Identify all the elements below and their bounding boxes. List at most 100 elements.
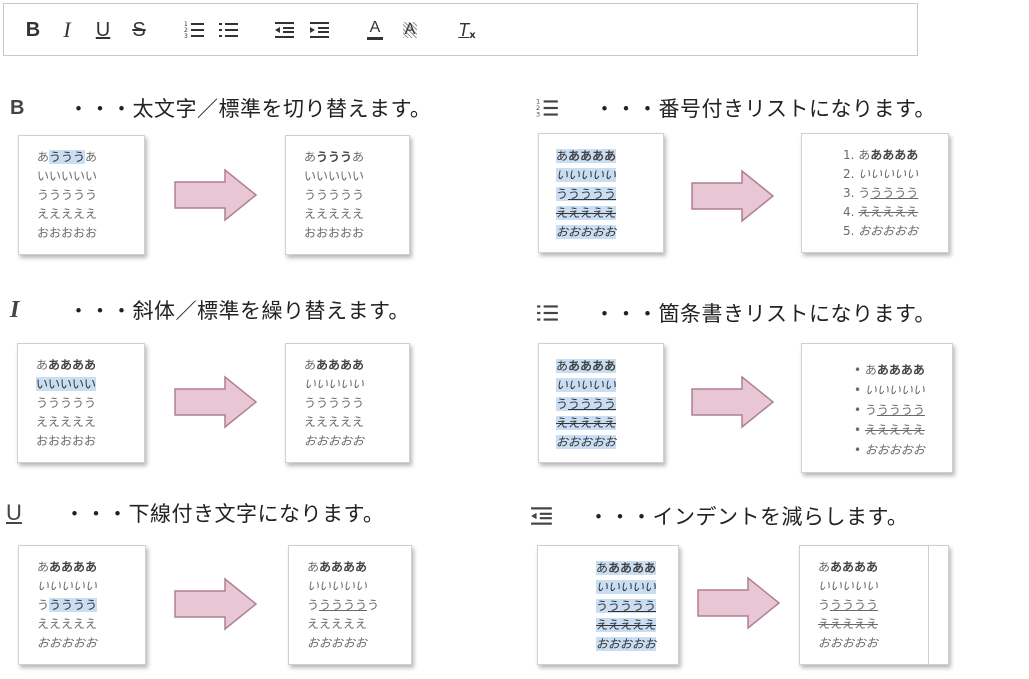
arrow-icon [174, 375, 258, 429]
underline-before-sample: あああああ いいいいい ううううう えええええ おおおおお [18, 545, 146, 665]
sample-line: あああああ [37, 560, 98, 574]
sample-line: ううううう [37, 598, 98, 612]
numbered-list-icon: 1 2 3 [536, 94, 564, 122]
sample-line: おおおおお [556, 435, 617, 449]
sample-line: ううううう [304, 188, 365, 202]
sample-line: いいいいい [304, 377, 365, 391]
bold-text: ううう [316, 150, 353, 164]
list-item: 5. おおおおお [843, 224, 919, 238]
sample-line: あうううあ [304, 150, 365, 164]
underline-icon: U [95, 19, 111, 41]
sample-line: えええええ [304, 207, 365, 221]
sample-line: おおおおお [37, 636, 98, 650]
indent-icon [310, 22, 329, 38]
list-item: 1. あああああ [843, 148, 919, 162]
outdent-button[interactable] [272, 16, 298, 44]
sample-line: ううううう [556, 187, 617, 201]
sample-line: あああああ [596, 561, 657, 575]
section-numbered-list: 1 2 3 ・・・番号付きリストになります。 [536, 92, 936, 124]
numbered-list-button[interactable]: 1 2 3 [182, 16, 208, 44]
sample-line: おおおおお [37, 226, 98, 240]
arrow-icon [174, 168, 258, 222]
sample-line: いいいいい [556, 168, 617, 182]
sample-line: あああああ [304, 358, 365, 372]
text-color-icon: A [369, 19, 381, 36]
bold-icon: B [25, 19, 41, 41]
underline-after-sample: あああああ いいいいい うううううう えええええ おおおおお [288, 545, 412, 665]
highlighted-text: ううう [49, 150, 86, 164]
sample-line: いいいいい [556, 378, 617, 392]
bulleted-list-icon [219, 23, 238, 37]
bold-before-sample: あうううあ いいいいい ううううう えええええ おおおおお [18, 135, 145, 255]
sample-line: おおおおお [307, 636, 368, 650]
background-color-button[interactable]: A [397, 16, 423, 44]
sample-line: いいいいい [36, 375, 144, 394]
sample-line: えええええ [36, 415, 97, 429]
bulleted-list-description: ・・・箇条書きリストになります。 [594, 302, 936, 326]
outdent-icon [530, 502, 558, 530]
italic-description: ・・・斜体／標準を繰り替えます。 [68, 299, 410, 323]
sample-line: おおおおお [304, 434, 365, 448]
sample-line: いいいいい [37, 169, 98, 183]
italic-icon: I [63, 17, 71, 42]
sample-line: あああああ [556, 149, 617, 163]
section-italic: I ・・・斜体／標準を繰り替えます。 [10, 294, 410, 326]
sample-line: えええええ [596, 618, 657, 632]
italic-button[interactable]: I [54, 16, 80, 44]
sample-line: えええええ [556, 206, 617, 220]
svg-text:3: 3 [536, 111, 540, 119]
underline-icon: U [6, 500, 22, 525]
sample-line: いいいいい [307, 579, 368, 593]
sample-line: えええええ [307, 617, 368, 631]
outdent-description: ・・・インデントを減らします。 [588, 505, 909, 529]
list-item: • ううううう [854, 403, 925, 417]
indent-button[interactable] [307, 16, 333, 44]
text-color-button[interactable]: A [362, 16, 388, 44]
remove-format-button[interactable]: T x [454, 16, 480, 44]
section-bold: B ・・・太文字／標準を切り替えます。 [10, 92, 431, 124]
list-item: 4. えええええ [843, 205, 919, 219]
sample-line: ううううう [37, 188, 98, 202]
svg-text:3: 3 [184, 33, 188, 40]
sample-line: いいいいい [596, 580, 657, 594]
sample-line: あああああ [556, 359, 617, 373]
section-bulleted-list: ・・・箇条書きリストになります。 [536, 297, 936, 329]
list-item: • いいいいい [854, 383, 925, 397]
strikethrough-button[interactable]: S [126, 16, 152, 44]
sample-line: えええええ [37, 207, 98, 221]
sample-line: ううううう [36, 396, 97, 410]
highlighted-text: うううう [49, 598, 98, 612]
sample-line: ううううう [596, 599, 657, 613]
numbered-after-sample: 1. あああああ 2. いいいいい 3. ううううう 4. えええええ 5. お… [801, 133, 949, 253]
bold-description: ・・・太文字／標準を切り替えます。 [68, 97, 432, 121]
bulleted-list-button[interactable] [216, 16, 242, 44]
underline-button[interactable]: U [90, 16, 116, 44]
section-underline: U ・・・下線付き文字になります。 [6, 497, 384, 529]
outdent-divider [928, 546, 929, 664]
list-item: 2. いいいいい [843, 167, 919, 181]
bold-icon: B [10, 96, 25, 119]
outdent-before-sample: あああああ いいいいい ううううう えええええ おおおおお [537, 545, 679, 665]
arrow-icon [174, 577, 258, 631]
list-item: • あああああ [854, 363, 925, 377]
sample-line: えええええ [304, 415, 365, 429]
sample-line: うううううう [307, 598, 380, 612]
sample-line: あああああ [36, 358, 97, 372]
strikethrough-icon: S [132, 19, 146, 41]
outdent-after-sample: あああああ いいいいい ううううう えええええ おおおおお [799, 545, 949, 665]
sample-line: えええええ [37, 617, 98, 631]
numbered-before-sample: あああああ いいいいい ううううう えええええ おおおおお [538, 133, 664, 253]
remove-format-icon: T [458, 20, 470, 40]
list-item: 3. ううううう [843, 186, 919, 200]
arrow-icon [691, 375, 775, 429]
bold-button[interactable]: B [20, 16, 46, 44]
italic-after-sample: あああああ いいいいい ううううう えええええ おおおおお [285, 343, 410, 463]
remove-format-x: x [469, 29, 476, 41]
bulleted-list-icon [536, 299, 564, 327]
list-item: • えええええ [854, 423, 925, 437]
numbered-list-icon: 1 2 3 [184, 21, 204, 40]
sample-line: おおおおお [304, 226, 365, 240]
sample-line: ううううう [304, 396, 365, 410]
sample-line: いいいいい [37, 579, 98, 593]
sample-line: いいいいい [304, 169, 365, 183]
